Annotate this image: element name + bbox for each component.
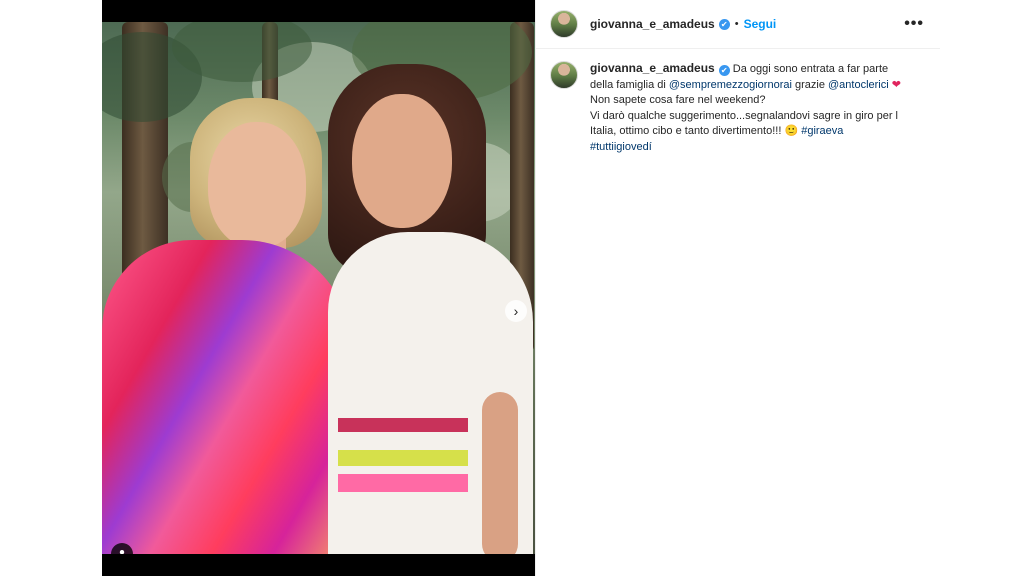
hashtag-link[interactable]: #giraeva xyxy=(801,125,843,137)
post-modal: › giovanna_e_amadeus ✔ • Segui ••• giova… xyxy=(102,0,940,576)
post-photo[interactable]: › xyxy=(102,22,535,554)
caption-avatar[interactable] xyxy=(550,61,578,89)
caption-text-part2: grazie xyxy=(791,78,828,91)
header-username[interactable]: giovanna_e_amadeus xyxy=(590,17,715,31)
verified-badge-icon: ✔ xyxy=(718,18,730,30)
smile-emoji-icon: 🙂 xyxy=(784,125,799,137)
post-media: › xyxy=(102,0,535,576)
header-separator: • xyxy=(734,18,739,30)
avatar[interactable] xyxy=(550,10,578,38)
hashtag-link[interactable]: #tuttiigiovedí xyxy=(590,141,652,153)
carousel-next-button[interactable]: › xyxy=(505,300,527,322)
caption-line: Vi darò qualche suggerimento...segnaland… xyxy=(590,109,898,138)
heart-emoji-icon: ❤ xyxy=(891,78,901,91)
chevron-right-icon: › xyxy=(513,303,519,319)
caption-line: Non sapete cosa fare nel weekend? xyxy=(590,94,766,106)
user-icon xyxy=(119,550,125,554)
more-options-icon[interactable]: ••• xyxy=(904,15,924,33)
follow-button[interactable]: Segui xyxy=(744,17,777,31)
mention-link[interactable]: @sempremezzogiornorai xyxy=(669,79,792,91)
caption-verified-badge-icon: ✔ xyxy=(718,65,730,76)
post-header: giovanna_e_amadeus ✔ • Segui ••• xyxy=(536,0,940,49)
caption-text: giovanna_e_amadeus ✔ Da oggi sono entrata… xyxy=(590,61,910,155)
caption-username[interactable]: giovanna_e_amadeus xyxy=(590,61,715,75)
post-caption: giovanna_e_amadeus ✔ Da oggi sono entrata… xyxy=(536,49,940,155)
mention-link[interactable]: @antoclerici xyxy=(828,79,889,91)
post-side-panel: giovanna_e_amadeus ✔ • Segui ••• giovann… xyxy=(535,0,940,576)
